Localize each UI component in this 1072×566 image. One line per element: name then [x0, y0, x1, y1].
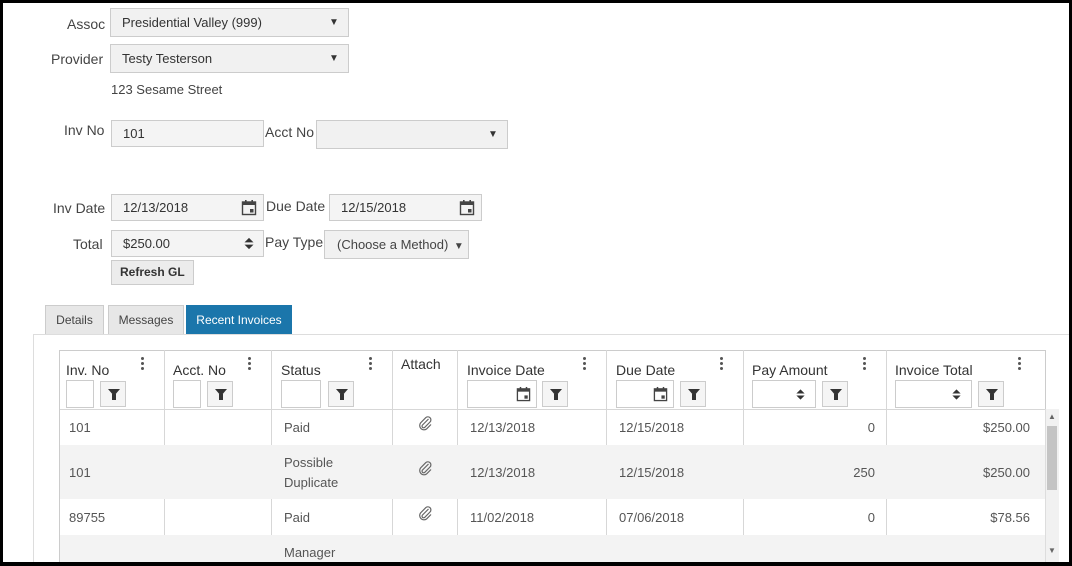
due-date-filter-input[interactable] [616, 380, 674, 408]
inv-no-value: 101 [123, 126, 145, 141]
calendar-icon[interactable] [653, 386, 668, 402]
column-header-acct-no[interactable]: Acct. No [173, 362, 226, 378]
assoc-label: Assoc [67, 16, 106, 32]
due-date-label: Due Date [266, 198, 326, 214]
cell-due-date: 07/06/2018 [619, 510, 685, 525]
cell-inv-no: 101 [69, 465, 91, 480]
column-menu-icon[interactable] [247, 357, 253, 373]
cell-status: Manager [284, 545, 336, 560]
cell-due-date: 12/15/2018 [619, 465, 685, 480]
cell-status: Possible [284, 455, 334, 470]
column-menu-icon[interactable] [140, 357, 146, 373]
chevron-down-icon: ▼ [488, 129, 498, 140]
acct-no-label: Acct No [265, 124, 315, 140]
table-row[interactable] [60, 535, 1045, 562]
inv-date-field[interactable]: 12/13/2018 [111, 194, 264, 221]
acct-no-filter-input[interactable] [173, 380, 201, 408]
filter-button[interactable] [328, 381, 354, 407]
cell-status: Paid [284, 510, 311, 525]
calendar-icon[interactable] [459, 199, 475, 216]
inv-date-value: 12/13/2018 [123, 200, 189, 215]
column-menu-icon[interactable] [582, 357, 588, 373]
spinner-icon[interactable] [951, 387, 962, 402]
due-date-field[interactable]: 12/15/2018 [329, 194, 482, 221]
provider-address: 123 Sesame Street [111, 82, 223, 97]
cell-invoice-date: 12/13/2018 [470, 420, 536, 435]
table-row[interactable] [60, 410, 1045, 445]
column-header-due-date[interactable]: Due Date [616, 362, 675, 378]
chevron-down-icon: ▼ [453, 241, 464, 252]
table-row[interactable] [60, 445, 1045, 499]
cell-status-line2: Duplicate [284, 475, 339, 490]
chevron-down-icon: ▼ [329, 17, 339, 28]
due-date-value: 12/15/2018 [341, 200, 407, 215]
invoice-window: Assoc Presidential Valley (999) ▼ Provid… [0, 0, 1072, 566]
filter-button[interactable] [207, 381, 233, 407]
provider-label: Provider [51, 51, 104, 67]
cell-inv-no: 101 [69, 420, 91, 435]
column-menu-icon[interactable] [862, 357, 868, 373]
paperclip-icon[interactable] [417, 415, 433, 431]
tab-details[interactable]: Details [45, 305, 104, 334]
cell-pay-amount: 0 [867, 510, 875, 525]
acct-no-select[interactable]: ▼ [316, 120, 508, 149]
column-menu-icon[interactable] [368, 357, 374, 373]
status-filter-input[interactable] [281, 380, 321, 408]
spinner-icon[interactable] [243, 235, 255, 252]
column-header-invoice-total[interactable]: Invoice Total [895, 362, 973, 378]
scroll-down-icon[interactable]: ▼ [1047, 546, 1057, 555]
column-header-attach[interactable]: Attach [401, 356, 441, 372]
cell-invoice-total: $250.00 [983, 465, 1030, 480]
invoice-date-filter-input[interactable] [467, 380, 537, 408]
filter-button[interactable] [978, 381, 1004, 407]
tab-recent-invoices[interactable]: Recent Invoices [186, 305, 292, 334]
cell-due-date: 12/15/2018 [619, 420, 685, 435]
inv-no-label: Inv No [64, 122, 105, 138]
calendar-icon[interactable] [241, 199, 257, 216]
provider-select[interactable]: Testy Testerson ▼ [110, 44, 349, 73]
inv-no-filter-input[interactable] [66, 380, 94, 408]
filter-button[interactable] [680, 381, 706, 407]
cell-pay-amount: 0 [867, 420, 875, 435]
filter-button[interactable] [822, 381, 848, 407]
column-menu-icon[interactable] [1017, 357, 1023, 373]
spinner-icon[interactable] [795, 387, 806, 402]
pay-amount-filter-input[interactable] [752, 380, 816, 408]
total-field[interactable]: $250.00 [111, 230, 264, 257]
inv-no-field[interactable]: 101 [111, 120, 264, 147]
column-header-status[interactable]: Status [281, 362, 321, 378]
scrollbar-thumb[interactable] [1047, 426, 1057, 490]
assoc-value: Presidential Valley (999) [122, 15, 262, 30]
column-menu-icon[interactable] [719, 357, 725, 373]
filter-button[interactable] [100, 381, 126, 407]
total-value: $250.00 [123, 236, 170, 251]
cell-invoice-date: 12/13/2018 [470, 465, 536, 480]
invoice-total-filter-input[interactable] [895, 380, 972, 408]
paperclip-icon[interactable] [417, 505, 433, 521]
cell-invoice-total: $250.00 [983, 420, 1030, 435]
scroll-up-icon[interactable]: ▲ [1047, 412, 1057, 421]
assoc-select[interactable]: Presidential Valley (999) ▼ [110, 8, 349, 37]
column-header-inv-no[interactable]: Inv. No [66, 362, 109, 378]
cell-inv-no: 89755 [69, 510, 106, 525]
inv-date-label: Inv Date [53, 200, 106, 216]
provider-value: Testy Testerson [122, 51, 213, 66]
table-row[interactable] [60, 499, 1045, 535]
pay-type-select[interactable]: (Choose a Method) ▼ [324, 230, 469, 259]
refresh-gl-button[interactable]: Refresh GL [111, 260, 194, 285]
total-label: Total [73, 236, 103, 252]
paperclip-icon[interactable] [417, 460, 433, 476]
cell-invoice-total: $78.56 [990, 510, 1030, 525]
column-header-pay-amount[interactable]: Pay Amount [752, 362, 828, 378]
tab-messages[interactable]: Messages [108, 305, 184, 334]
cell-invoice-date: 11/02/2018 [470, 510, 535, 525]
pay-type-value: (Choose a Method) [337, 237, 449, 252]
chevron-down-icon: ▼ [329, 53, 339, 64]
cell-pay-amount: 250 [853, 465, 875, 480]
cell-status: Paid [284, 420, 311, 435]
pay-type-label: Pay Type [265, 234, 324, 250]
filter-button[interactable] [542, 381, 568, 407]
calendar-icon[interactable] [516, 386, 531, 402]
column-header-invoice-date[interactable]: Invoice Date [467, 362, 545, 378]
